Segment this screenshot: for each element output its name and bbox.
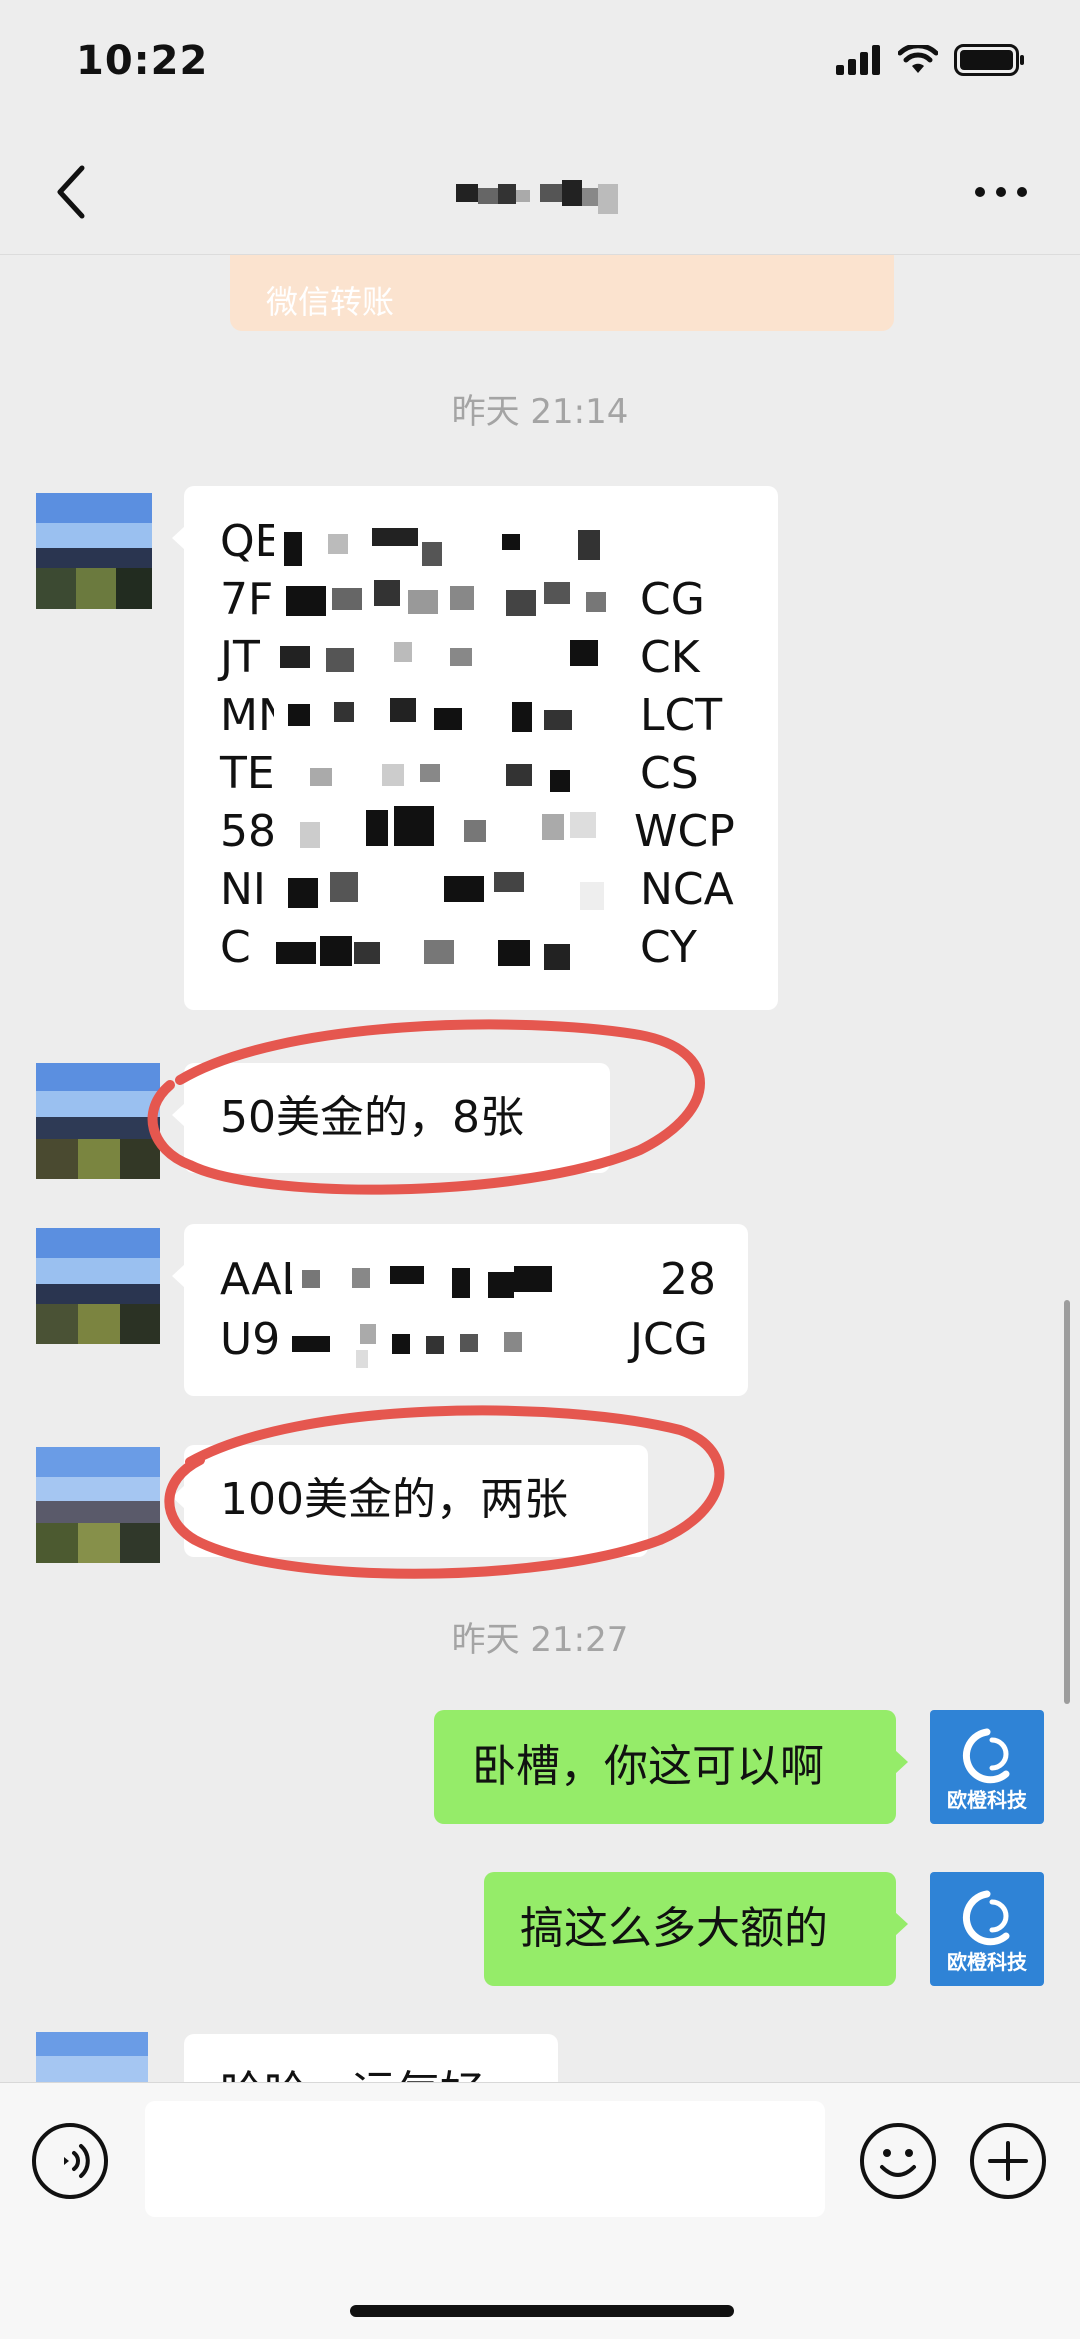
message-input[interactable] bbox=[145, 2101, 825, 2217]
annotation-overlay bbox=[147, 1019, 725, 1579]
my-message-bubble[interactable]: 搞这么多大额的 bbox=[484, 1872, 908, 1986]
timestamp: 昨天 21:27 bbox=[451, 1620, 629, 1660]
brand-label: 欧橙科技 bbox=[947, 1788, 1027, 1812]
scrollbar[interactable] bbox=[1064, 1300, 1070, 1704]
avatar[interactable] bbox=[36, 2032, 148, 2082]
emoji-button[interactable] bbox=[858, 2121, 938, 2205]
voice-icon bbox=[32, 2123, 108, 2199]
voice-button[interactable] bbox=[30, 2121, 110, 2205]
emoji-icon bbox=[860, 2123, 936, 2199]
message-text: 搞这么多大额的 bbox=[520, 1903, 828, 1954]
brand-label: 欧橙科技 bbox=[947, 1950, 1027, 1974]
plus-circle-icon bbox=[970, 2123, 1046, 2199]
my-message-bubble[interactable]: 卧槽，你这可以啊 bbox=[434, 1710, 908, 1824]
annotation-circle bbox=[164, 1405, 725, 1579]
my-avatar[interactable]: 欧橙科技 bbox=[930, 1872, 1044, 1986]
add-button[interactable] bbox=[968, 2121, 1048, 2205]
home-indicator bbox=[350, 2305, 734, 2317]
message-text: 卧槽，你这可以啊 bbox=[472, 1741, 824, 1792]
annotation-circle bbox=[147, 1019, 705, 1195]
input-bar bbox=[0, 2082, 1080, 2339]
my-avatar[interactable]: 欧橙科技 bbox=[930, 1710, 1044, 1824]
